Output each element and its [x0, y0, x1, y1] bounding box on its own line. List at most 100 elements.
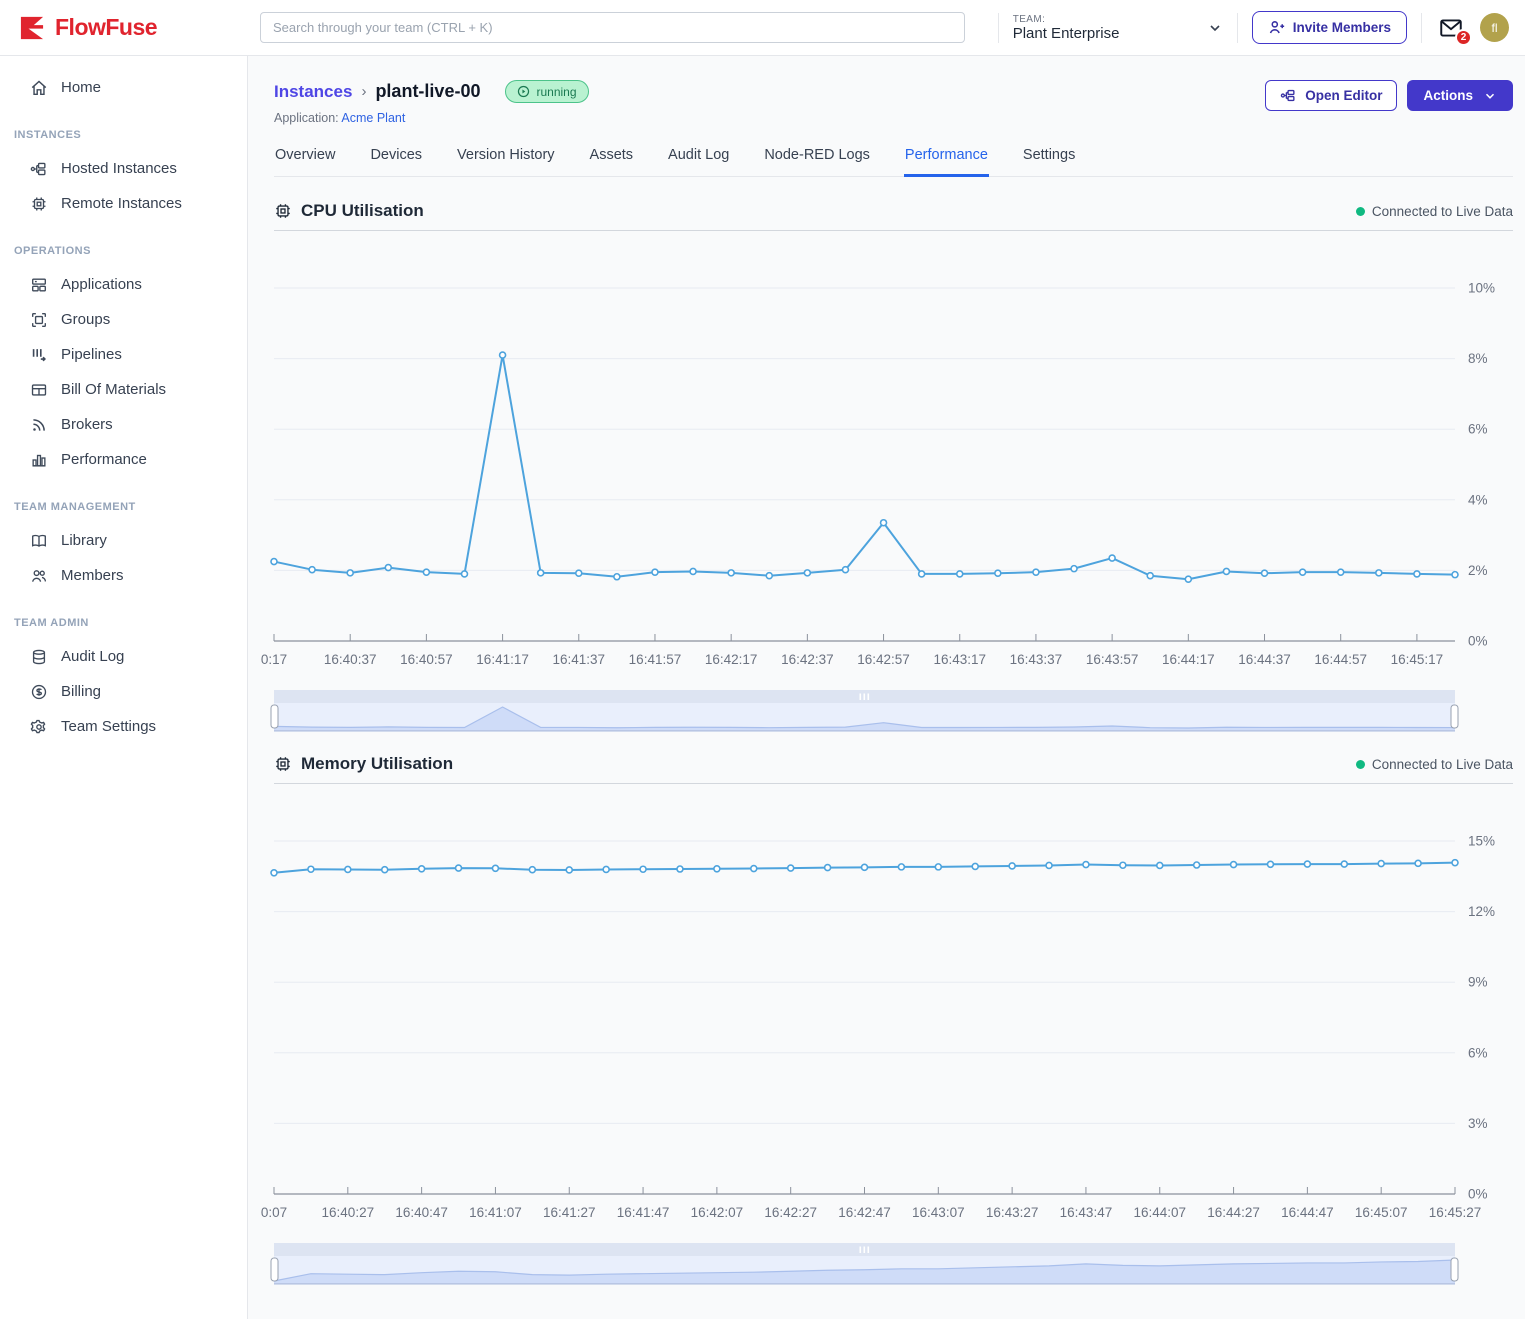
sidebar-item-groups[interactable]: Groups [0, 302, 247, 337]
bill-of-materials-icon [30, 381, 48, 399]
sidebar-item-brokers[interactable]: Brokers [0, 407, 247, 442]
svg-text:3%: 3% [1468, 1116, 1488, 1131]
tab-version-history[interactable]: Version History [456, 145, 556, 176]
tab-overview[interactable]: Overview [274, 145, 336, 176]
navigator-grip-icon [868, 694, 870, 701]
sidebar-item-hosted-instances[interactable]: Hosted Instances [0, 151, 247, 186]
divider [998, 13, 999, 43]
cpu-chart-range-navigator[interactable] [274, 690, 1455, 732]
svg-text:6%: 6% [1468, 1045, 1488, 1060]
sidebar-section-team-management: TEAM MANAGEMENT [14, 501, 247, 513]
svg-text:0:07: 0:07 [261, 1205, 287, 1220]
sidebar-item-applications[interactable]: Applications [0, 267, 247, 302]
memory-chart-title: Memory Utilisation [301, 754, 453, 774]
svg-text:16:40:57: 16:40:57 [400, 652, 453, 667]
svg-text:10%: 10% [1468, 281, 1495, 296]
svg-text:16:42:07: 16:42:07 [691, 1205, 744, 1220]
svg-text:0%: 0% [1468, 1187, 1488, 1202]
cpu-utilisation-chart: 0%2%4%6%8%10%0:1716:40:3716:40:5716:41:1… [274, 232, 1513, 674]
topbar: FlowFuse TEAM: Plant Enterprise Invite M… [0, 0, 1525, 56]
sidebar-item-label: Pipelines [61, 346, 122, 363]
cpu-live-status-label: Connected to Live Data [1372, 204, 1513, 219]
sidebar-item-performance[interactable]: Performance [0, 442, 247, 477]
avatar[interactable]: fl [1480, 13, 1509, 42]
tab-audit-log[interactable]: Audit Log [667, 145, 730, 176]
open-editor-button[interactable]: Open Editor [1265, 80, 1397, 111]
sidebar-item-library[interactable]: Library [0, 523, 247, 558]
tab-performance[interactable]: Performance [904, 145, 989, 177]
breadcrumb: Instances › plant-live-00 running [274, 80, 589, 103]
sidebar-item-bill-of-materials[interactable]: Bill Of Materials [0, 372, 247, 407]
actions-button[interactable]: Actions [1407, 80, 1513, 111]
svg-text:16:43:57: 16:43:57 [1086, 652, 1139, 667]
svg-text:16:43:37: 16:43:37 [1010, 652, 1063, 667]
members-icon [30, 567, 48, 585]
tab-devices[interactable]: Devices [369, 145, 423, 176]
navigator-grip-icon [864, 694, 866, 701]
svg-text:16:43:27: 16:43:27 [986, 1205, 1039, 1220]
library-icon [30, 532, 48, 550]
applications-icon [30, 276, 48, 294]
live-dot-icon [1356, 760, 1365, 769]
svg-text:16:44:37: 16:44:37 [1238, 652, 1291, 667]
navigator-left-handle[interactable] [271, 705, 278, 728]
tab-node-red-logs[interactable]: Node-RED Logs [763, 145, 871, 176]
chevron-down-icon [1483, 89, 1497, 103]
user-plus-icon [1268, 19, 1285, 36]
status-badge-label: running [536, 85, 576, 99]
team-name: Plant Enterprise [1013, 25, 1120, 42]
sidebar-item-audit-log[interactable]: Audit Log [0, 639, 247, 674]
sidebar-item-team-settings[interactable]: Team Settings [0, 709, 247, 744]
divider [1421, 13, 1422, 43]
sidebar-item-pipelines[interactable]: Pipelines [0, 337, 247, 372]
svg-text:16:44:57: 16:44:57 [1314, 652, 1367, 667]
sidebar-item-label: Audit Log [61, 648, 124, 665]
svg-text:16:41:37: 16:41:37 [552, 652, 605, 667]
sidebar-item-label: Performance [61, 451, 147, 468]
search-input[interactable] [260, 12, 965, 43]
sidebar-item-billing[interactable]: Billing [0, 674, 247, 709]
svg-text:2%: 2% [1468, 563, 1488, 578]
main-content: Instances › plant-live-00 running Applic… [248, 56, 1525, 1319]
memory-chart-range-navigator[interactable] [274, 1243, 1455, 1285]
navigator-grip-icon [860, 694, 862, 701]
cpu-chip-icon [274, 202, 292, 220]
svg-text:16:41:57: 16:41:57 [629, 652, 682, 667]
svg-text:9%: 9% [1468, 975, 1488, 990]
svg-text:16:44:27: 16:44:27 [1207, 1205, 1260, 1220]
svg-text:16:41:27: 16:41:27 [543, 1205, 596, 1220]
sidebar-item-members[interactable]: Members [0, 558, 247, 593]
svg-text:16:44:17: 16:44:17 [1162, 652, 1215, 667]
team-selector[interactable]: TEAM: Plant Enterprise [1013, 14, 1223, 42]
application-link[interactable]: Acme Plant [341, 111, 405, 125]
navigator-right-handle[interactable] [1451, 705, 1458, 728]
page-title: plant-live-00 [375, 81, 480, 102]
cpu-section-header: CPU Utilisation Connected to Live Data [274, 201, 1513, 231]
sidebar-item-home[interactable]: Home [0, 70, 247, 105]
status-badge: running [505, 80, 588, 103]
navigator-right-handle[interactable] [1451, 1258, 1458, 1281]
svg-text:16:43:17: 16:43:17 [933, 652, 986, 667]
notification-count-badge: 2 [1455, 29, 1472, 46]
tab-settings[interactable]: Settings [1022, 145, 1076, 176]
svg-text:16:42:37: 16:42:37 [781, 652, 834, 667]
svg-text:16:42:27: 16:42:27 [764, 1205, 817, 1220]
navigator-left-handle[interactable] [271, 1258, 278, 1281]
svg-text:16:45:27: 16:45:27 [1429, 1205, 1482, 1220]
svg-text:0:17: 0:17 [261, 652, 287, 667]
invite-members-button[interactable]: Invite Members [1252, 11, 1407, 44]
chevron-down-icon [1207, 20, 1223, 36]
flowfuse-logo[interactable]: FlowFuse [18, 14, 248, 42]
notifications-button[interactable]: 2 [1436, 13, 1466, 43]
play-circle-icon [517, 85, 530, 98]
memory-section-header: Memory Utilisation Connected to Live Dat… [274, 754, 1513, 784]
cpu-live-status: Connected to Live Data [1356, 204, 1513, 219]
tab-assets[interactable]: Assets [589, 145, 635, 176]
navigator-grip-icon [864, 1247, 866, 1254]
navigator-grip-icon [860, 1247, 862, 1254]
editor-icon [1280, 87, 1297, 104]
audit-log-icon [30, 648, 48, 666]
sidebar-item-remote-instances[interactable]: Remote Instances [0, 186, 247, 221]
svg-text:16:45:07: 16:45:07 [1355, 1205, 1408, 1220]
breadcrumb-instances-link[interactable]: Instances [274, 82, 352, 102]
